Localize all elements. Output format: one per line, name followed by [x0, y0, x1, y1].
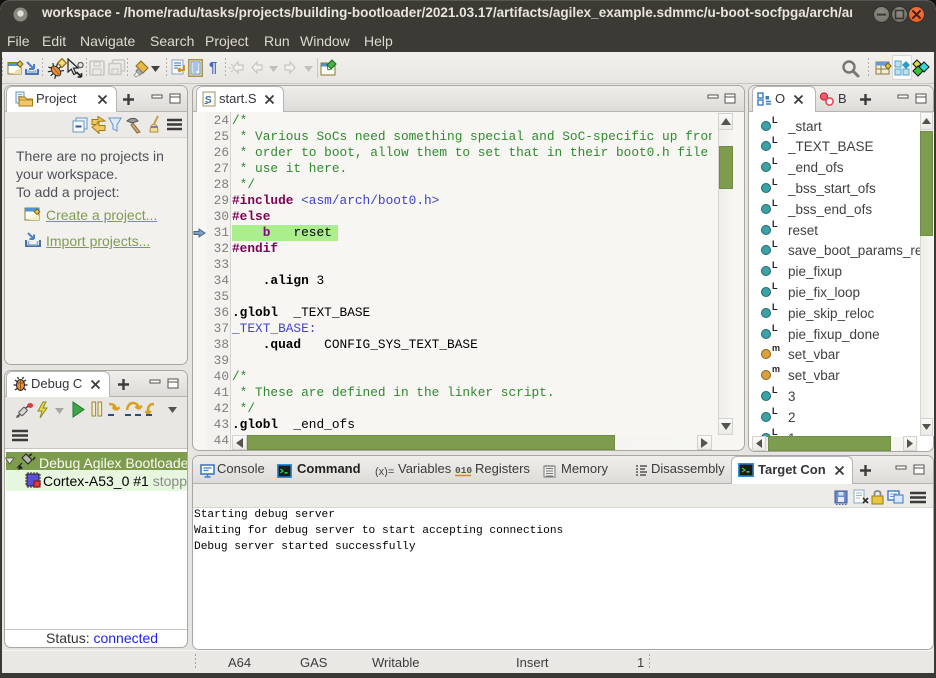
svg-text:S: S	[205, 95, 212, 106]
svg-text:010: 010	[455, 465, 472, 476]
svg-text:(x)=: (x)=	[375, 466, 394, 477]
